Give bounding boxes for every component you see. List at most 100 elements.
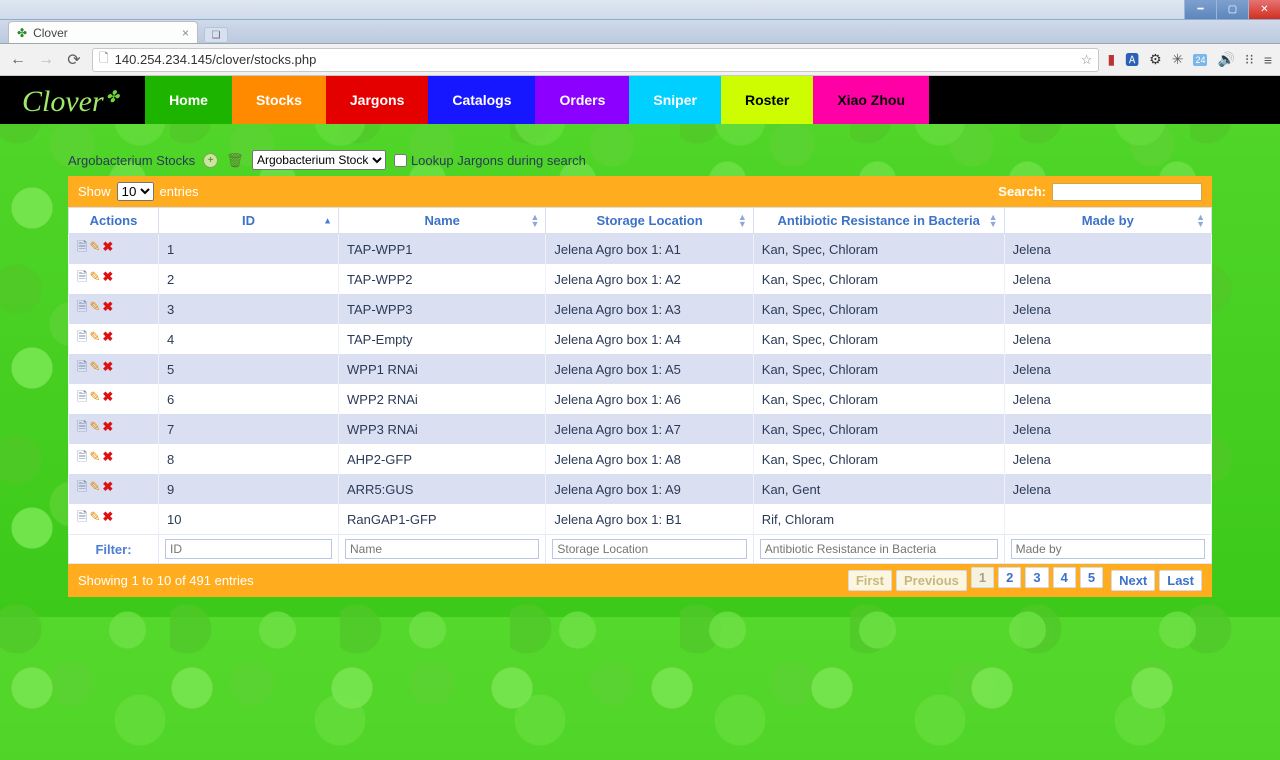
lookup-jargons-toggle[interactable]: Lookup Jargons during search [394, 153, 586, 168]
delete-icon[interactable]: ✖ [102, 329, 113, 344]
page-2[interactable]: 2 [998, 567, 1021, 588]
stock-type-select[interactable]: Argobacterium Stock [252, 150, 386, 170]
page-first[interactable]: First [848, 570, 892, 591]
delete-icon[interactable]: ✖ [102, 299, 113, 314]
edit-icon[interactable]: ✎ [89, 389, 100, 404]
filter-antibiotic-resistance-in-bacteria[interactable] [760, 539, 998, 559]
actions-cell: 🗎✎✖ [69, 354, 159, 384]
nav-roster[interactable]: Roster [721, 76, 813, 124]
page-prev[interactable]: Previous [896, 570, 967, 591]
close-button[interactable]: ✕ [1248, 0, 1280, 19]
col-id[interactable]: ID▲ [159, 208, 339, 234]
edit-icon[interactable]: ✎ [89, 299, 100, 314]
col-name[interactable]: Name▲▼ [339, 208, 546, 234]
cell-loc: Jelena Agro box 1: A8 [546, 444, 753, 474]
edit-icon[interactable]: ✎ [89, 269, 100, 284]
edit-icon[interactable]: ✎ [89, 359, 100, 374]
delete-icon[interactable]: ✖ [102, 239, 113, 254]
col-antibiotic-resistance-in-bacteria[interactable]: Antibiotic Resistance in Bacteria▲▼ [753, 208, 1004, 234]
delete-icon[interactable]: ✖ [102, 509, 113, 524]
ext-ruler-icon[interactable]: ⁝⁝ [1245, 51, 1254, 68]
maximize-button[interactable]: ▢ [1216, 0, 1248, 19]
minimize-button[interactable]: ━ [1184, 0, 1216, 19]
ext-calendar-icon[interactable]: 24 [1193, 54, 1207, 66]
page-size-select[interactable]: 10 [117, 182, 154, 201]
delete-icon[interactable]: ✖ [102, 449, 113, 464]
delete-icon[interactable]: ✖ [102, 479, 113, 494]
nav-jargons[interactable]: Jargons [326, 76, 428, 124]
nav-orders[interactable]: Orders [535, 76, 629, 124]
ext-translate-icon[interactable]: 🅰 [1125, 50, 1139, 70]
page-4[interactable]: 4 [1053, 567, 1076, 588]
reload-button[interactable]: ⟳ [64, 50, 84, 70]
page-1[interactable]: 1 [971, 567, 994, 588]
table-info: Showing 1 to 10 of 491 entries [78, 573, 254, 588]
page-next[interactable]: Next [1111, 570, 1155, 591]
forward-button[interactable]: → [36, 51, 56, 69]
lookup-jargons-checkbox[interactable] [394, 154, 407, 167]
view-icon[interactable]: 🗎 [77, 359, 87, 374]
ext-bug-icon[interactable]: ✳ [1172, 51, 1184, 68]
cell-res: Kan, Spec, Chloram [753, 294, 1004, 324]
page-last[interactable]: Last [1159, 570, 1202, 591]
chrome-menu-icon[interactable]: ≡ [1264, 52, 1272, 68]
filter-cell [546, 535, 753, 564]
edit-icon[interactable]: ✎ [89, 449, 100, 464]
view-icon[interactable]: 🗎 [77, 449, 87, 464]
view-icon[interactable]: 🗎 [77, 509, 87, 524]
edit-icon[interactable]: ✎ [89, 479, 100, 494]
cell-id: 10 [159, 504, 339, 535]
cell-res: Kan, Spec, Chloram [753, 234, 1004, 265]
filter-storage-location[interactable] [552, 539, 746, 559]
bucket-icon[interactable]: 🗑 [226, 152, 244, 169]
edit-icon[interactable]: ✎ [89, 509, 100, 524]
bookmark-star-icon[interactable]: ☆ [1081, 52, 1093, 68]
view-icon[interactable]: 🗎 [77, 329, 87, 344]
address-bar[interactable]: 🗋 140.254.234.145/clover/stocks.php ☆ [92, 48, 1099, 72]
view-icon[interactable]: 🗎 [77, 269, 87, 284]
cell-loc: Jelena Agro box 1: A6 [546, 384, 753, 414]
edit-icon[interactable]: ✎ [89, 239, 100, 254]
filter-name[interactable] [345, 539, 539, 559]
ext-gear-icon[interactable]: ⚙ [1149, 51, 1162, 68]
cell-name: WPP1 RNAi [339, 354, 546, 384]
back-button[interactable]: ← [8, 51, 28, 69]
filter-id[interactable] [165, 539, 332, 559]
delete-icon[interactable]: ✖ [102, 359, 113, 374]
filter-cell [1004, 535, 1211, 564]
search-input[interactable] [1052, 183, 1202, 201]
browser-tab[interactable]: ✤ Clover × [8, 21, 198, 43]
view-icon[interactable]: 🗎 [77, 389, 87, 404]
view-icon[interactable]: 🗎 [77, 299, 87, 314]
cell-id: 1 [159, 234, 339, 265]
delete-icon[interactable]: ✖ [102, 389, 113, 404]
nav-stocks[interactable]: Stocks [232, 76, 326, 124]
table-row: 🗎✎✖9ARR5:GUSJelena Agro box 1: A9Kan, Ge… [69, 474, 1212, 504]
view-icon[interactable]: 🗎 [77, 239, 87, 254]
pager: First Previous 12345 Next Last [848, 570, 1202, 591]
delete-icon[interactable]: ✖ [102, 269, 113, 284]
add-stock-icon[interactable]: + [203, 153, 218, 168]
brand-logo[interactable]: Clover✤ [0, 76, 145, 124]
col-storage-location[interactable]: Storage Location▲▼ [546, 208, 753, 234]
delete-icon[interactable]: ✖ [102, 419, 113, 434]
edit-icon[interactable]: ✎ [89, 329, 100, 344]
ext-volume-icon[interactable]: 🔊 [1217, 51, 1234, 68]
nav-sniper[interactable]: Sniper [629, 76, 721, 124]
tab-close-icon[interactable]: × [182, 26, 189, 40]
browser-tabstrip: ✤ Clover × ❏ [0, 20, 1280, 44]
filter-made-by[interactable] [1011, 539, 1205, 559]
page-3[interactable]: 3 [1025, 567, 1048, 588]
ext-book-icon[interactable]: ▮ [1107, 51, 1115, 68]
view-icon[interactable]: 🗎 [77, 419, 87, 434]
nav-xiao-zhou[interactable]: Xiao Zhou [813, 76, 929, 124]
edit-icon[interactable]: ✎ [89, 419, 100, 434]
nav-catalogs[interactable]: Catalogs [428, 76, 535, 124]
cell-loc: Jelena Agro box 1: A4 [546, 324, 753, 354]
col-made-by[interactable]: Made by▲▼ [1004, 208, 1211, 234]
nav-home[interactable]: Home [145, 76, 232, 124]
cell-name: TAP-WPP1 [339, 234, 546, 265]
view-icon[interactable]: 🗎 [77, 479, 87, 494]
new-tab-button[interactable]: ❏ [204, 27, 228, 43]
page-5[interactable]: 5 [1080, 567, 1103, 588]
